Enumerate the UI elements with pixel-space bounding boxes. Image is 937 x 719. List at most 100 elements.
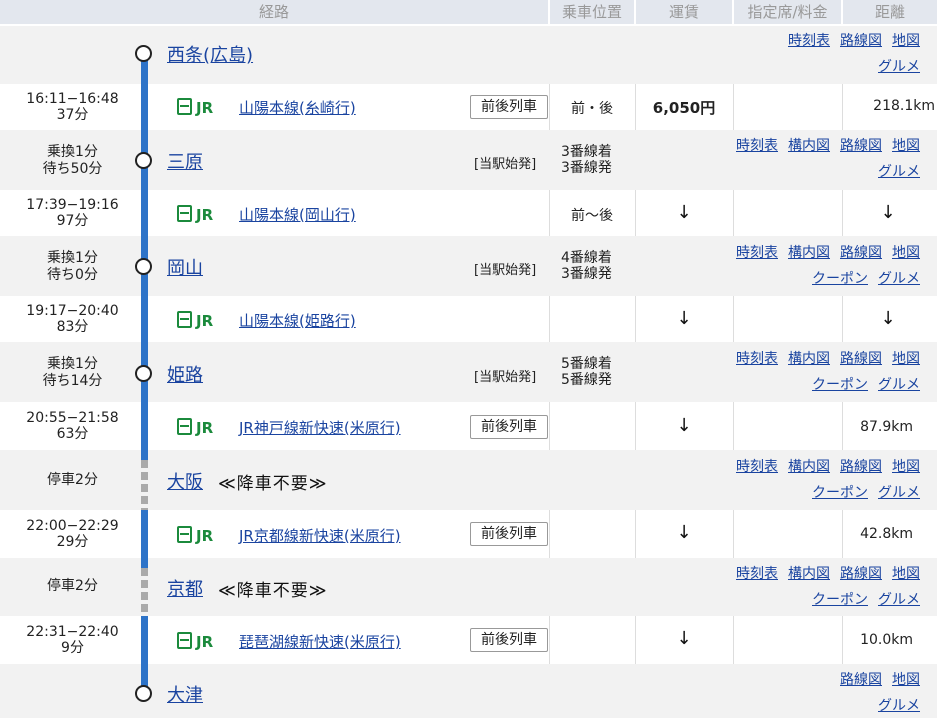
station-links: 時刻表 路線図 地図 グルメ xyxy=(730,28,920,80)
station-links: 路線図 地図 グルメ xyxy=(790,667,920,719)
timetable-link[interactable]: 時刻表 xyxy=(736,566,778,582)
coupon-link[interactable]: クーポン xyxy=(812,485,868,501)
gourmet-link[interactable]: グルメ xyxy=(878,592,920,608)
station-osaka[interactable]: 大阪 xyxy=(167,468,203,494)
timetable-link[interactable]: 時刻表 xyxy=(736,138,778,154)
distance-continued-arrow: ↓ xyxy=(880,308,896,329)
train-icon xyxy=(177,311,192,328)
gourmet-link[interactable]: グルメ xyxy=(878,164,920,180)
distance-value: 87.9km xyxy=(860,419,913,435)
gourmet-link[interactable]: グルメ xyxy=(878,698,920,714)
map-link[interactable]: 地図 xyxy=(892,245,920,261)
station-mihara[interactable]: 三原 xyxy=(167,148,203,174)
gourmet-link[interactable]: グルメ xyxy=(878,485,920,501)
train-time: 17:39−19:16 97分 xyxy=(26,197,119,229)
station-kyoto[interactable]: 京都 xyxy=(167,575,203,601)
fare-continued-arrow: ↓ xyxy=(676,202,692,223)
station-map-link[interactable]: 構内図 xyxy=(788,459,830,475)
train-icon xyxy=(177,98,192,115)
distance-continued-arrow: ↓ xyxy=(880,202,896,223)
train-line-link[interactable]: JR神戸線新快速(米原行) xyxy=(239,417,401,438)
timetable-link[interactable]: 時刻表 xyxy=(736,245,778,261)
transfer-info: 乗換1分 待ち0分 xyxy=(47,250,98,283)
map-link[interactable]: 地図 xyxy=(892,138,920,154)
adjacent-trains-button[interactable]: 前後列車 xyxy=(470,522,548,546)
adjacent-trains-button[interactable]: 前後列車 xyxy=(470,415,548,439)
station-map-link[interactable]: 構内図 xyxy=(788,245,830,261)
header-position: 乗車位置 xyxy=(550,0,634,24)
station-okayama[interactable]: 岡山 xyxy=(167,254,203,280)
route-map-link[interactable]: 路線図 xyxy=(840,459,882,475)
boarding-position: 前〜後 xyxy=(571,208,613,224)
station-marker xyxy=(135,365,152,382)
timetable-link[interactable]: 時刻表 xyxy=(736,351,778,367)
timetable-link[interactable]: 時刻表 xyxy=(736,459,778,475)
jr-badge: JR xyxy=(177,632,213,651)
train-line-link[interactable]: JR京都線新快速(米原行) xyxy=(239,525,401,546)
train-line-link[interactable]: 山陽本線(岡山行) xyxy=(239,204,356,225)
stop-info: 停車2分 xyxy=(47,472,98,488)
boarding-position: 前・後 xyxy=(571,101,613,117)
station-map-link[interactable]: 構内図 xyxy=(788,351,830,367)
station-marker xyxy=(135,152,152,169)
train-line-link[interactable]: 琵琶湖線新快速(米原行) xyxy=(239,631,401,652)
train-time: 19:17−20:40 83分 xyxy=(26,303,119,335)
station-marker xyxy=(135,258,152,275)
map-link[interactable]: 地図 xyxy=(892,566,920,582)
platform-info: 3番線着 3番線発 xyxy=(561,144,612,176)
station-links: 時刻表 構内図 路線図 地図 クーポン グルメ xyxy=(690,561,920,613)
origin-station-label: [当駅始発] xyxy=(474,370,537,385)
train-line-link[interactable]: 山陽本線(糸崎行) xyxy=(239,97,356,118)
fare-continued-arrow: ↓ xyxy=(676,522,692,543)
transfer-info: 乗換1分 待ち50分 xyxy=(42,144,103,177)
gourmet-link[interactable]: グルメ xyxy=(878,271,920,287)
station-links: 時刻表 構内図 路線図 地図 グルメ xyxy=(690,133,920,185)
no-alight-label: ≪降車不要≫ xyxy=(218,474,328,494)
train-time: 22:00−22:29 29分 xyxy=(26,518,119,550)
map-link[interactable]: 地図 xyxy=(892,33,920,49)
station-links: 時刻表 構内図 路線図 地図 クーポン グルメ xyxy=(690,240,920,292)
route-map-link[interactable]: 路線図 xyxy=(840,245,882,261)
station-marker xyxy=(135,685,152,702)
jr-badge: JR xyxy=(177,311,213,330)
station-links: 時刻表 構内図 路線図 地図 クーポン グルメ xyxy=(690,346,920,398)
header-reserved: 指定席/料金 xyxy=(734,0,841,24)
fare-continued-arrow: ↓ xyxy=(676,415,692,436)
adjacent-trains-button[interactable]: 前後列車 xyxy=(470,628,548,652)
distance-value: 10.0km xyxy=(860,632,913,648)
route-map-link[interactable]: 路線図 xyxy=(840,138,882,154)
train-icon xyxy=(177,205,192,222)
train-icon xyxy=(177,418,192,435)
gourmet-link[interactable]: グルメ xyxy=(878,377,920,393)
route-map-link[interactable]: 路線図 xyxy=(840,33,882,49)
gourmet-link[interactable]: グルメ xyxy=(878,59,920,75)
station-himeji[interactable]: 姫路 xyxy=(167,361,203,387)
map-link[interactable]: 地図 xyxy=(892,672,920,688)
fare-continued-arrow: ↓ xyxy=(676,308,692,329)
station-map-link[interactable]: 構内図 xyxy=(788,566,830,582)
station-saijo[interactable]: 西条(広島) xyxy=(167,41,253,67)
origin-station-label: [当駅始発] xyxy=(474,157,537,172)
coupon-link[interactable]: クーポン xyxy=(812,377,868,393)
fare-continued-arrow: ↓ xyxy=(676,628,692,649)
station-map-link[interactable]: 構内図 xyxy=(788,138,830,154)
station-otsu[interactable]: 大津 xyxy=(167,681,203,707)
adjacent-trains-button[interactable]: 前後列車 xyxy=(470,95,548,119)
distance-value: 42.8km xyxy=(860,526,913,542)
train-line-link[interactable]: 山陽本線(姫路行) xyxy=(239,310,356,331)
header-fare: 運賃 xyxy=(636,0,732,24)
route-map-link[interactable]: 路線図 xyxy=(840,566,882,582)
header-distance: 距離 xyxy=(843,0,937,24)
route-map-link[interactable]: 路線図 xyxy=(840,351,882,367)
train-time: 16:11−16:48 37分 xyxy=(26,91,119,123)
map-link[interactable]: 地図 xyxy=(892,459,920,475)
jr-badge: JR xyxy=(177,205,213,224)
station-marker xyxy=(135,45,152,62)
train-time: 22:31−22:40 9分 xyxy=(26,624,119,656)
map-link[interactable]: 地図 xyxy=(892,351,920,367)
timetable-link[interactable]: 時刻表 xyxy=(788,33,830,49)
route-map-link[interactable]: 路線図 xyxy=(840,672,882,688)
coupon-link[interactable]: クーポン xyxy=(812,592,868,608)
coupon-link[interactable]: クーポン xyxy=(812,271,868,287)
no-alight-label: ≪降車不要≫ xyxy=(218,581,328,601)
